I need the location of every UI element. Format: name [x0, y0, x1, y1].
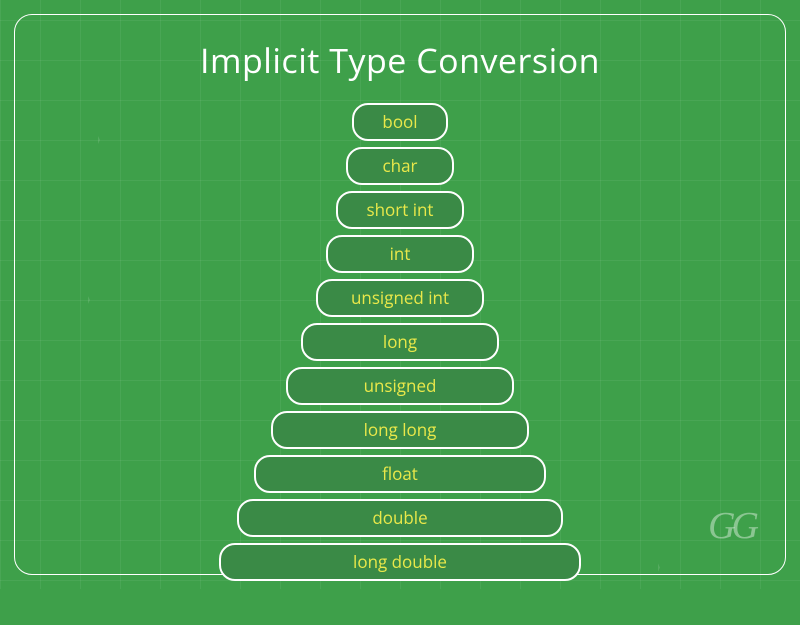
type-level-label: short int: [367, 198, 434, 221]
type-level-label: int: [390, 242, 411, 265]
logo-watermark: GG: [708, 504, 755, 548]
type-level-label: double: [372, 506, 427, 529]
type-level-label: unsigned int: [351, 286, 449, 309]
type-level: double: [237, 499, 563, 537]
type-level: bool: [352, 103, 448, 141]
outer-frame: Implicit Type Conversion bool char short i…: [14, 14, 786, 575]
type-level-label: bool: [382, 110, 417, 133]
type-level: long double: [219, 543, 581, 581]
type-hierarchy-pyramid: bool char short int int unsigned int long unsi…: [15, 103, 785, 581]
type-level: long: [301, 323, 499, 361]
type-level-label: long: [383, 330, 417, 353]
type-level-label: long double: [353, 550, 447, 573]
type-level: float: [254, 455, 546, 493]
type-level: unsigned: [286, 367, 514, 405]
type-level-label: char: [383, 154, 418, 177]
type-level-label: float: [382, 462, 418, 485]
type-level: short int: [336, 191, 464, 229]
type-level-label: long long: [364, 418, 437, 441]
type-level: unsigned int: [316, 279, 484, 317]
diagram-title: Implicit Type Conversion: [15, 37, 785, 83]
type-level: long long: [271, 411, 529, 449]
type-level: int: [326, 235, 474, 273]
type-level: char: [346, 147, 454, 185]
type-level-label: unsigned: [364, 374, 437, 397]
